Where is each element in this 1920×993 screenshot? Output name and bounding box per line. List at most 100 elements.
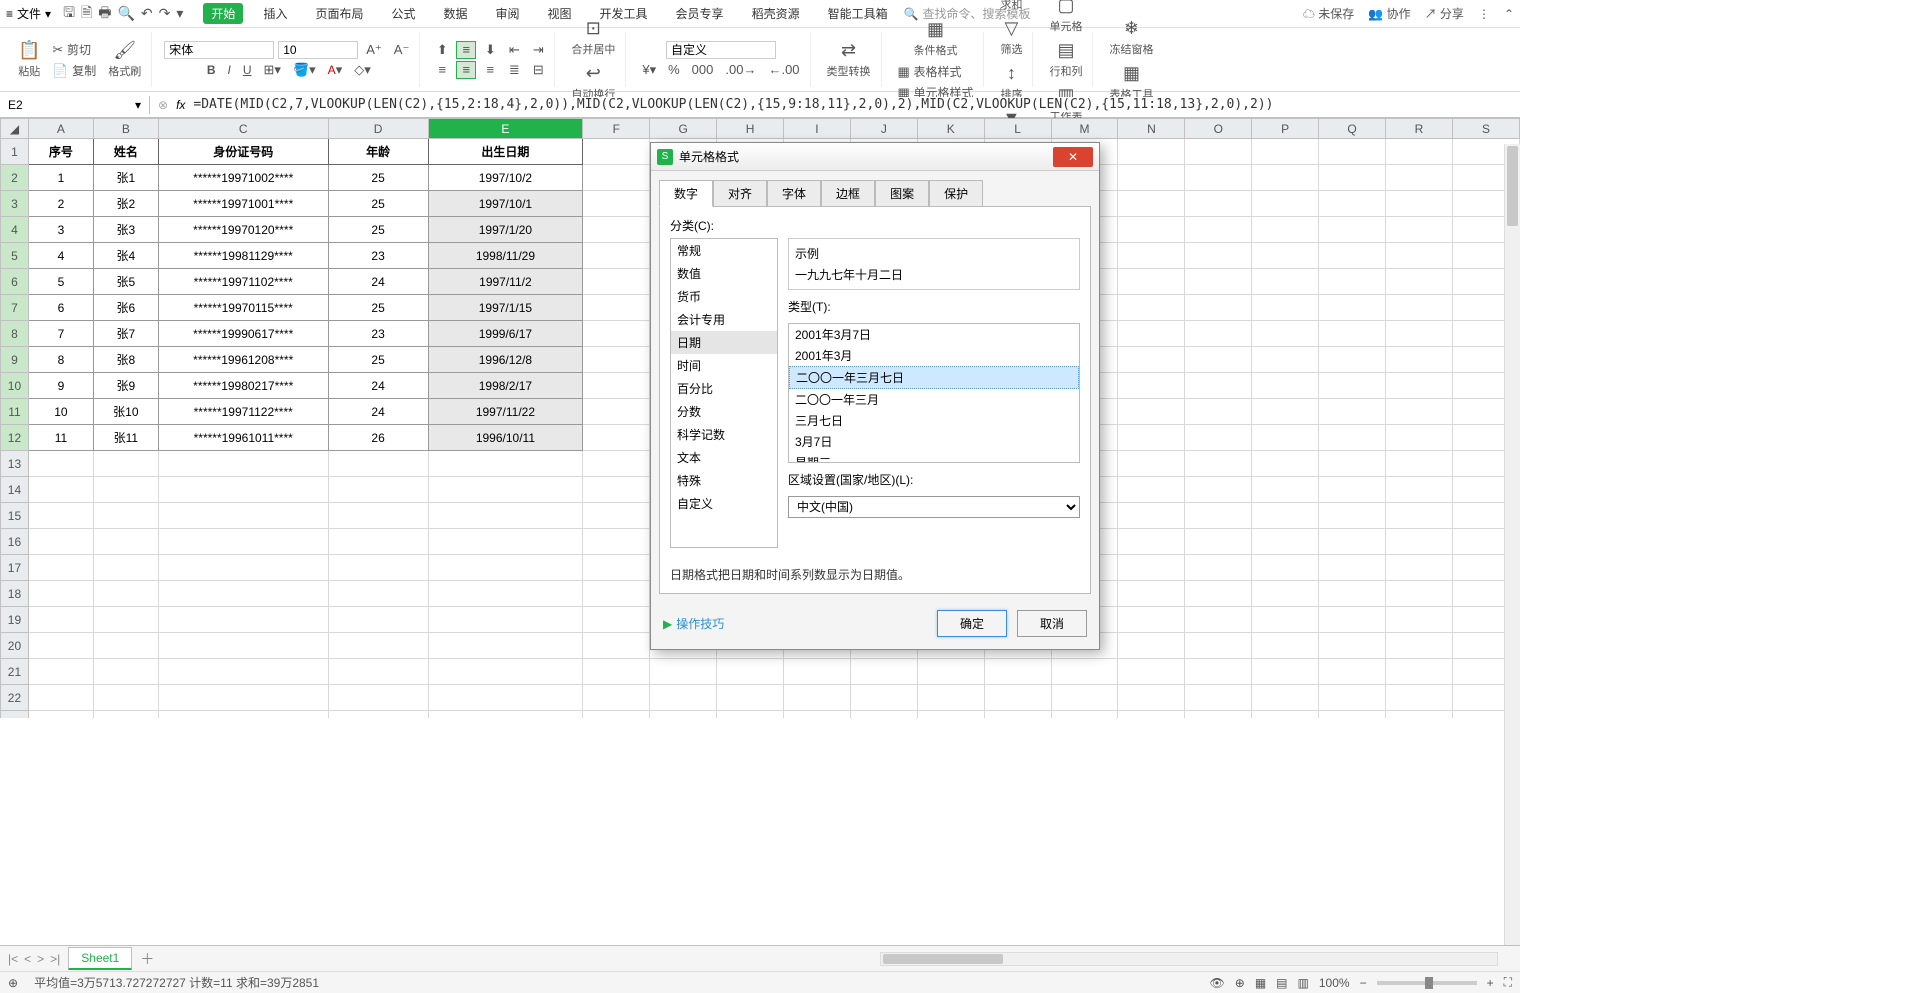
- cell[interactable]: [583, 217, 650, 243]
- cell[interactable]: ******19971102****: [158, 269, 328, 295]
- cell[interactable]: [784, 685, 851, 711]
- cell[interactable]: 1997/11/2: [428, 269, 583, 295]
- cell[interactable]: [1319, 451, 1386, 477]
- cell[interactable]: [1319, 529, 1386, 555]
- cell[interactable]: [428, 607, 583, 633]
- cell[interactable]: [1319, 425, 1386, 451]
- page-layout-icon[interactable]: ▤: [1276, 976, 1287, 990]
- cell[interactable]: [1386, 217, 1453, 243]
- col-header-C[interactable]: C: [158, 119, 328, 139]
- align-middle-icon[interactable]: ≡: [456, 41, 476, 59]
- normal-view-icon[interactable]: ▦: [1255, 976, 1266, 990]
- cell[interactable]: [1252, 659, 1319, 685]
- dialog-tab-4[interactable]: 图案: [875, 180, 929, 207]
- cell[interactable]: [1185, 321, 1252, 347]
- comma-icon[interactable]: 000: [688, 61, 718, 78]
- row-header[interactable]: 5: [1, 243, 29, 269]
- cell[interactable]: [428, 477, 583, 503]
- name-box[interactable]: E2 ▾: [0, 96, 150, 114]
- chevron-down-icon[interactable]: ▾: [176, 5, 183, 22]
- category-item[interactable]: 会计专用: [671, 308, 777, 331]
- cell[interactable]: [1118, 269, 1185, 295]
- unsaved-indicator[interactable]: ☁ 未保存: [1303, 5, 1354, 22]
- cell[interactable]: [917, 711, 984, 719]
- category-item[interactable]: 数值: [671, 262, 777, 285]
- align-center-icon[interactable]: ≡: [456, 61, 476, 79]
- category-item[interactable]: 时间: [671, 354, 777, 377]
- cell[interactable]: [158, 555, 328, 581]
- redo-icon[interactable]: ↷: [159, 5, 171, 22]
- cell[interactable]: [1185, 659, 1252, 685]
- cell[interactable]: [583, 659, 650, 685]
- cell[interactable]: [1118, 477, 1185, 503]
- cell[interactable]: [583, 503, 650, 529]
- cell[interactable]: 张7: [93, 321, 158, 347]
- row-header[interactable]: 9: [1, 347, 29, 373]
- cell[interactable]: [1185, 295, 1252, 321]
- align-top-icon[interactable]: ⬆: [432, 41, 452, 59]
- cell[interactable]: [1319, 607, 1386, 633]
- cell[interactable]: [650, 659, 717, 685]
- justify-icon[interactable]: ≣: [504, 61, 524, 79]
- ribbon-tab-3[interactable]: 公式: [383, 3, 423, 24]
- cell[interactable]: [850, 711, 917, 719]
- cell[interactable]: 张4: [93, 243, 158, 269]
- cell[interactable]: [1118, 347, 1185, 373]
- cell-button[interactable]: ▢单元格: [1045, 0, 1086, 36]
- save-as-icon[interactable]: 🗎: [81, 2, 92, 26]
- clear-format-button[interactable]: ◇▾: [350, 61, 375, 79]
- increase-decimal-icon[interactable]: .00→: [721, 61, 760, 78]
- cell[interactable]: [1118, 529, 1185, 555]
- cell[interactable]: [28, 555, 93, 581]
- cell[interactable]: [850, 659, 917, 685]
- italic-button[interactable]: I: [224, 61, 235, 78]
- cell[interactable]: [328, 503, 428, 529]
- cell[interactable]: 25: [328, 191, 428, 217]
- cell[interactable]: 张10: [93, 399, 158, 425]
- cell[interactable]: [583, 399, 650, 425]
- cell[interactable]: [1185, 555, 1252, 581]
- col-header-E[interactable]: E: [428, 119, 583, 139]
- cell[interactable]: [1252, 529, 1319, 555]
- cell[interactable]: [28, 711, 93, 719]
- cell[interactable]: [1051, 711, 1118, 719]
- cell[interactable]: [1252, 451, 1319, 477]
- copy-button[interactable]: 📄 复制: [48, 61, 100, 80]
- cell[interactable]: [1252, 607, 1319, 633]
- cell[interactable]: ******19961208****: [158, 347, 328, 373]
- cell[interactable]: [1118, 711, 1185, 719]
- dialog-tab-5[interactable]: 保护: [929, 180, 983, 207]
- cell[interactable]: [583, 685, 650, 711]
- cell[interactable]: [583, 321, 650, 347]
- cell[interactable]: [650, 711, 717, 719]
- ribbon-tab-4[interactable]: 数据: [435, 3, 475, 24]
- cell[interactable]: [328, 581, 428, 607]
- cell[interactable]: 张3: [93, 217, 158, 243]
- col-header-I[interactable]: I: [784, 119, 851, 139]
- percent-icon[interactable]: %: [664, 61, 684, 78]
- row-header[interactable]: 2: [1, 165, 29, 191]
- cell[interactable]: [1319, 399, 1386, 425]
- cell[interactable]: [93, 477, 158, 503]
- zoom-out-icon[interactable]: −: [1360, 976, 1367, 990]
- col-header-M[interactable]: M: [1051, 119, 1118, 139]
- cell[interactable]: [1319, 503, 1386, 529]
- cell[interactable]: [1185, 711, 1252, 719]
- cell[interactable]: [583, 425, 650, 451]
- cell[interactable]: [1185, 581, 1252, 607]
- col-header-D[interactable]: D: [328, 119, 428, 139]
- category-item[interactable]: 自定义: [671, 492, 777, 515]
- cell[interactable]: [1185, 503, 1252, 529]
- cell[interactable]: [1118, 607, 1185, 633]
- cell[interactable]: [28, 685, 93, 711]
- cell[interactable]: [1185, 347, 1252, 373]
- cell[interactable]: ******19981129****: [158, 243, 328, 269]
- row-header[interactable]: 15: [1, 503, 29, 529]
- cell[interactable]: [1185, 191, 1252, 217]
- cell[interactable]: [1386, 243, 1453, 269]
- freeze-button[interactable]: ❄冻结窗格: [1105, 16, 1157, 59]
- dialog-tab-2[interactable]: 字体: [767, 180, 821, 207]
- cell[interactable]: [850, 685, 917, 711]
- underline-button[interactable]: U: [239, 61, 256, 78]
- category-item[interactable]: 日期: [671, 331, 777, 354]
